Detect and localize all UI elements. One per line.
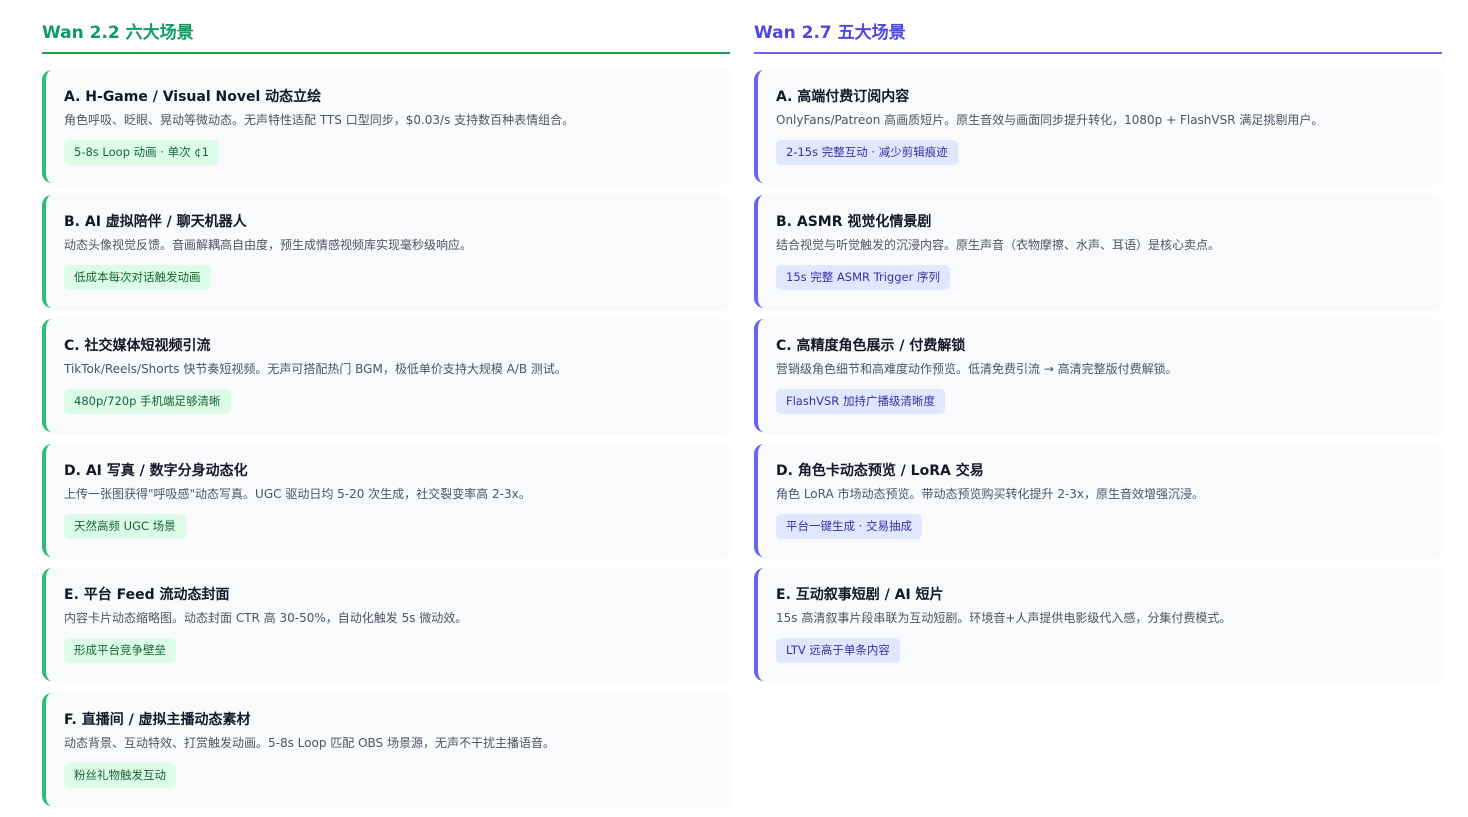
scenario-card: C. 社交媒体短视频引流 TikTok/Reels/Shorts 快节奏短视频。… [42,319,730,432]
card-title: B. ASMR 视觉化情景剧 [776,213,932,230]
wan27-column-title: Wan 2.7 五大场景 [754,0,1442,54]
wan22-column-title: Wan 2.2 六大场景 [42,0,730,54]
card-tag: 480p/720p 手机端足够清晰 [64,389,231,414]
card-tag: LTV 远高于单条内容 [776,638,900,663]
scenario-card: E. 互动叙事短剧 / AI 短片 15s 高清叙事片段串联为互动短剧。环境音+… [754,568,1442,681]
card-title: C. 高精度角色展示 / 付费解锁 [776,338,966,354]
wan22-card-list: A. H-Game / Visual Novel 动态立绘 角色呼吸、眨眼、晃动… [42,54,730,806]
card-description: 动态背景、互动特效、打赏触发动画。5-8s Loop 匹配 OBS 场景源，无声… [64,735,555,750]
scenario-card: B. AI 虚拟陪伴 / 聊天机器人 动态头像视觉反馈。音画解耦高自由度，预生成… [42,194,730,308]
card-tag: 天然高频 UGC 场景 [64,513,186,539]
card-description: OnlyFans/Patreon 高画质短片。原生音效与画面同步提升转化，108… [776,113,1324,127]
scenario-card: B. ASMR 视觉化情景剧 结合视觉与听觉触发的沉浸内容。原生声音（衣物摩擦、… [754,194,1442,308]
scenario-card: C. 高精度角色展示 / 付费解锁 营销级角色细节和高难度动作预览。低清免费引流… [754,319,1442,432]
card-description: 角色 LoRA 市场动态预览。带动态预览购买转化提升 2-3x，原生音效增强沉浸… [776,486,1205,501]
card-tag: 形成平台竞争壁垒 [64,638,176,663]
card-description: 内容卡片动态缩略图。动态封面 CTR 高 30-50%，自动化触发 5s 微动效… [64,611,468,625]
scenario-card: E. 平台 Feed 流动态封面 内容卡片动态缩略图。动态封面 CTR 高 30… [42,568,730,681]
card-title: D. AI 写真 / 数字分身动态化 [64,462,248,479]
card-description: 角色呼吸、眨眼、晃动等微动态。无声特性适配 TTS 口型同步，$0.03/s 支… [64,113,575,127]
wan27-card-list: A. 高端付费订阅内容 OnlyFans/Patreon 高画质短片。原生音效与… [754,54,1442,681]
card-tag: 2-15s 完整互动 · 减少剪辑痕迹 [776,140,958,165]
card-description: 上传一张图获得"呼吸感"动态写真。UGC 驱动日均 5-20 次生成，社交裂变率… [64,486,531,501]
scenario-card: A. H-Game / Visual Novel 动态立绘 角色呼吸、眨眼、晃动… [42,70,730,183]
card-title: F. 直播间 / 虚拟主播动态素材 [64,711,251,728]
card-title: A. H-Game / Visual Novel 动态立绘 [64,89,322,105]
card-tag: 平台一键生成 · 交易抽成 [776,513,922,539]
card-tag: 5-8s Loop 动画 · 单次 ¢1 [64,140,219,165]
scenario-card: D. AI 写真 / 数字分身动态化 上传一张图获得"呼吸感"动态写真。UGC … [42,443,730,557]
card-tag: 粉丝礼物触发互动 [64,762,176,788]
card-title: D. 角色卡动态预览 / LoRA 交易 [776,462,984,479]
card-title: A. 高端付费订阅内容 [776,89,910,105]
scenario-card: D. 角色卡动态预览 / LoRA 交易 角色 LoRA 市场动态预览。带动态预… [754,443,1442,557]
card-title: C. 社交媒体短视频引流 [64,338,211,354]
scenario-card: F. 直播间 / 虚拟主播动态素材 动态背景、互动特效、打赏触发动画。5-8s … [42,692,730,806]
card-description: 营销级角色细节和高难度动作预览。低清免费引流 → 高清完整版付费解锁。 [776,362,1178,376]
card-tag: 15s 完整 ASMR Trigger 序列 [776,264,950,290]
scenario-card: A. 高端付费订阅内容 OnlyFans/Patreon 高画质短片。原生音效与… [754,70,1442,183]
wan22-column: Wan 2.2 六大场景 A. H-Game / Visual Novel 动态… [42,0,730,817]
card-tag: FlashVSR 加持广播级清晰度 [776,389,945,414]
card-tag: 低成本每次对话触发动画 [64,264,211,290]
card-description: 结合视觉与听觉触发的沉浸内容。原生声音（衣物摩擦、水声、耳语）是核心卖点。 [776,237,1221,252]
card-title: E. 互动叙事短剧 / AI 短片 [776,587,944,603]
card-description: 动态头像视觉反馈。音画解耦高自由度，预生成情感视频库实现毫秒级响应。 [64,237,473,252]
card-description: TikTok/Reels/Shorts 快节奏短视频。无声可搭配热门 BGM，极… [64,362,567,376]
scenario-comparison-page: Wan 2.2 六大场景 A. H-Game / Visual Novel 动态… [0,0,1468,817]
card-title: E. 平台 Feed 流动态封面 [64,587,230,603]
wan27-column: Wan 2.7 五大场景 A. 高端付费订阅内容 OnlyFans/Patreo… [754,0,1442,693]
card-description: 15s 高清叙事片段串联为互动短剧。环境音+人声提供电影级代入感，分集付费模式。 [776,611,1232,625]
card-title: B. AI 虚拟陪伴 / 聊天机器人 [64,213,247,230]
